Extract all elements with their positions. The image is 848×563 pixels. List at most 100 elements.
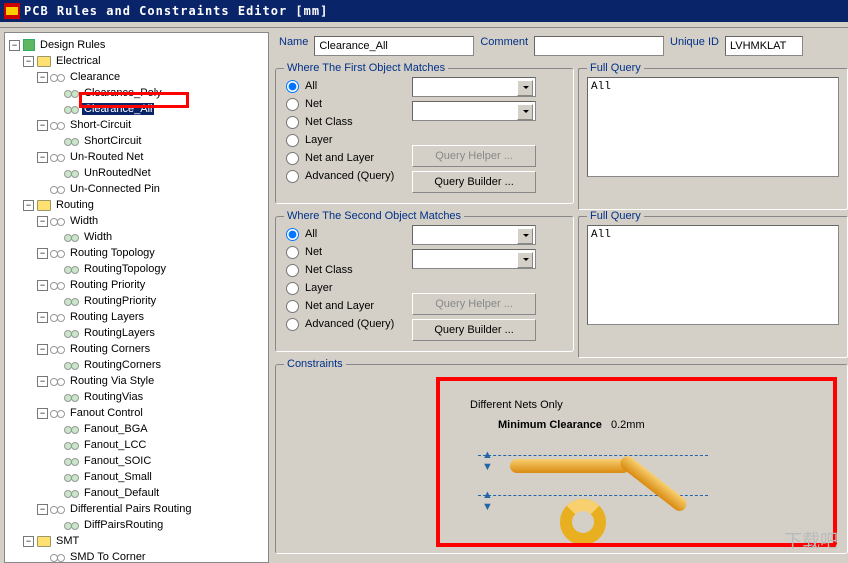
rules-tree-panel: − Design Rules − Electrical: [4, 32, 269, 563]
query-builder-button[interactable]: Query Builder ...: [412, 171, 536, 193]
tree-electrical[interactable]: − Electrical: [23, 53, 268, 69]
full-query-text-2[interactable]: All: [587, 225, 839, 325]
rule-icon: [51, 120, 65, 130]
different-nets-label: Different Nets Only: [470, 399, 817, 411]
full-query-text[interactable]: All: [587, 77, 839, 177]
radio-all[interactable]: All: [286, 77, 402, 95]
tree-rtopo-rule[interactable]: RoutingTopology: [51, 261, 268, 277]
rule-icon: [51, 504, 65, 514]
tree-unrouted[interactable]: −Un-Routed Net: [37, 149, 268, 165]
query-helper-button-2[interactable]: Query Helper ...: [412, 293, 536, 315]
tree-rvias-rule[interactable]: RoutingVias: [51, 389, 268, 405]
tree-short-circuit[interactable]: −Short-Circuit: [37, 117, 268, 133]
rules-tree[interactable]: − Design Rules − Electrical: [9, 37, 268, 563]
min-clearance-value[interactable]: 0.2mm: [611, 419, 645, 431]
tree-rvias[interactable]: −Routing Via Style: [37, 373, 268, 389]
tree-smd-corner[interactable]: SMD To Corner: [37, 549, 268, 563]
tree-width[interactable]: −Width: [37, 213, 268, 229]
name-label: Name: [279, 36, 308, 56]
tree-unconnected[interactable]: Un-Connected Pin: [37, 181, 268, 197]
tree-short-circuit-rule[interactable]: ShortCircuit: [51, 133, 268, 149]
tree-smt[interactable]: −SMT: [23, 533, 268, 549]
radio-all-2[interactable]: All: [286, 225, 402, 243]
comment-label: Comment: [480, 36, 528, 56]
rule-icon: [51, 312, 65, 322]
full-query-legend: Full Query: [587, 62, 644, 74]
radio-net[interactable]: Net: [286, 95, 402, 113]
folder-icon: [37, 56, 51, 67]
constraints-highlight: Different Nets Only Minimum Clearance 0.…: [436, 377, 837, 547]
tree-rlayers[interactable]: −Routing Layers: [37, 309, 268, 325]
radio-netclass-2[interactable]: Net Class: [286, 261, 402, 279]
radio-net-2[interactable]: Net: [286, 243, 402, 261]
tree-fanout-lcc[interactable]: Fanout_LCC: [51, 437, 268, 453]
tree-fanout-small[interactable]: Fanout_Small: [51, 469, 268, 485]
rule-icon: [65, 424, 79, 434]
tree-rcorners[interactable]: −Routing Corners: [37, 341, 268, 357]
title-bar: PCB Rules and Constraints Editor [mm]: [0, 0, 848, 22]
window-title: PCB Rules and Constraints Editor [mm]: [24, 4, 328, 18]
radio-advanced-2[interactable]: Advanced (Query): [286, 315, 402, 333]
rule-icon: [65, 472, 79, 482]
radio-netlayer[interactable]: Net and Layer: [286, 149, 402, 167]
net-combo-2[interactable]: [412, 225, 536, 245]
name-field[interactable]: [314, 36, 474, 56]
radio-advanced[interactable]: Advanced (Query): [286, 167, 402, 185]
tree-rcorners-rule[interactable]: RoutingCorners: [51, 357, 268, 373]
second-object-match-group: Where The Second Object Matches All Net …: [275, 216, 574, 352]
query-helper-button[interactable]: Query Helper ...: [412, 145, 536, 167]
tree-clearance[interactable]: − Clearance: [37, 69, 268, 85]
tree-fanout[interactable]: −Fanout Control: [37, 405, 268, 421]
netclass-combo-2[interactable]: [412, 249, 536, 269]
tree-clearance-all[interactable]: Clearance_All: [51, 101, 268, 117]
comment-field[interactable]: [534, 36, 664, 56]
constraints-group: Constraints Different Nets Only Minimum …: [275, 364, 848, 554]
tree-rprio[interactable]: −Routing Priority: [37, 277, 268, 293]
folder-icon: [37, 536, 51, 547]
rule-icon: [65, 488, 79, 498]
rule-icon: [65, 104, 79, 114]
trace-graphic: [618, 453, 690, 513]
constraints-legend: Constraints: [284, 358, 346, 370]
rule-icon: [65, 264, 79, 274]
tree-fanout-default[interactable]: Fanout_Default: [51, 485, 268, 501]
tree-routing[interactable]: −Routing: [23, 197, 268, 213]
radio-netlayer-2[interactable]: Net and Layer: [286, 297, 402, 315]
collapse-icon[interactable]: −: [37, 120, 48, 131]
collapse-icon[interactable]: −: [23, 200, 34, 211]
arrow-icon: ▲▼: [482, 449, 494, 473]
radio-layer[interactable]: Layer: [286, 131, 402, 149]
tree-diffpairs-rule[interactable]: DiffPairsRouting: [51, 517, 268, 533]
rule-icon: [51, 72, 65, 82]
net-combo[interactable]: [412, 77, 536, 97]
tree-fanout-bga[interactable]: Fanout_BGA: [51, 421, 268, 437]
radio-netclass[interactable]: Net Class: [286, 113, 402, 131]
full-query-1: Full Query All: [578, 68, 848, 210]
tree-rtopo[interactable]: −Routing Topology: [37, 245, 268, 261]
uniqueid-field[interactable]: [725, 36, 803, 56]
clearance-diagram: ▲▼ ▲▼: [470, 437, 817, 547]
netclass-combo[interactable]: [412, 101, 536, 121]
rule-icon: [65, 296, 79, 306]
query-builder-button-2[interactable]: Query Builder ...: [412, 319, 536, 341]
tree-rprio-rule[interactable]: RoutingPriority: [51, 293, 268, 309]
rule-icon: [65, 392, 79, 402]
rule-icon: [51, 216, 65, 226]
rule-icon: [51, 344, 65, 354]
tree-diffpairs[interactable]: −Differential Pairs Routing: [37, 501, 268, 517]
group-legend: Where The First Object Matches: [284, 62, 448, 74]
tree-clearance-poly[interactable]: Clearance_Poly: [51, 85, 268, 101]
rule-icon: [51, 184, 65, 194]
rule-icon: [65, 440, 79, 450]
collapse-icon[interactable]: −: [37, 72, 48, 83]
tree-design-rules[interactable]: − Design Rules: [9, 37, 268, 53]
collapse-icon[interactable]: −: [9, 40, 20, 51]
radio-layer-2[interactable]: Layer: [286, 279, 402, 297]
rule-icon: [65, 136, 79, 146]
tree-fanout-soic[interactable]: Fanout_SOIC: [51, 453, 268, 469]
collapse-icon[interactable]: −: [23, 56, 34, 67]
tree-unrouted-rule[interactable]: UnRoutedNet: [51, 165, 268, 181]
tree-width-rule[interactable]: Width: [51, 229, 268, 245]
tree-rlayers-rule[interactable]: RoutingLayers: [51, 325, 268, 341]
collapse-icon[interactable]: −: [37, 152, 48, 163]
